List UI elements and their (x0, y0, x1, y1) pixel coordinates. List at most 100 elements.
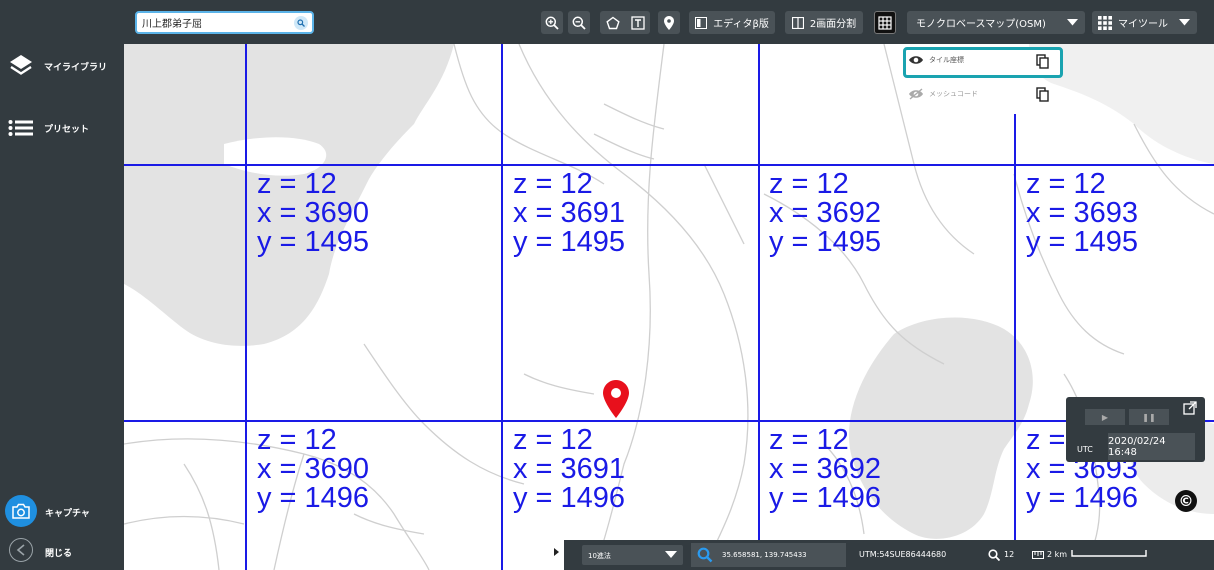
capture-button[interactable] (5, 495, 37, 527)
basemap-label: モノクロベースマップ(OSM) (916, 19, 1046, 30)
eye-icon[interactable] (909, 55, 923, 65)
search-icon (297, 19, 305, 27)
list-icon (8, 120, 33, 136)
mesh-code-row[interactable]: メッシュコード (906, 86, 1066, 106)
latlng-value: 35.658581, 139.745433 (722, 551, 807, 559)
tile-x: x = 3692 (769, 453, 882, 485)
tile-label: z = 12 x = 3692 y = 1495 (769, 170, 881, 257)
sidebar: マイライブラリ プリセット キャプチャ 閉じる (0, 0, 124, 570)
split-screen-label: 2画面分割 (809, 19, 857, 30)
coord-format-value: 10進法 (588, 552, 611, 560)
copy-icon[interactable] (1036, 54, 1050, 70)
coordinate-search[interactable]: 35.658581, 139.745433 (691, 543, 846, 567)
location-pin-icon[interactable] (603, 380, 629, 418)
tile-z: z = 12 (1026, 168, 1106, 200)
utm-value: UTM:54SUE86444680 (859, 550, 947, 559)
zoom-in-icon (545, 16, 559, 30)
editor-beta-button[interactable]: エディタβ版 (689, 11, 775, 34)
zoom-out-button[interactable] (568, 11, 590, 34)
sidebar-item-my-library[interactable]: マイライブラリ (8, 53, 107, 79)
sidebar-item-preset[interactable]: プリセット (8, 118, 89, 138)
split-screen-icon (791, 16, 804, 29)
statusbar-expand-icon[interactable] (554, 548, 559, 556)
mesh-code-label: メッシュコード (929, 90, 978, 98)
tile-label: z = 12 x = 3690 y = 1495 (257, 170, 369, 257)
coord-format-select[interactable]: 10進法 (582, 545, 683, 565)
tile-label: z = 12 x = 3690 y = 1496 (257, 426, 369, 513)
status-bar: 10進法 35.658581, 139.745433 UTM:54SUE8644… (564, 540, 1214, 570)
tile-y: y = 1496 (769, 482, 882, 514)
scale-bar (1071, 550, 1147, 557)
pause-icon: ❚❚ (1142, 412, 1156, 422)
ruler-icon (1032, 551, 1044, 559)
search-icon (697, 547, 713, 563)
zoom-in-button[interactable] (541, 11, 563, 34)
map-canvas[interactable]: z = 12 x = 3690 y = 1495 z = 12 x = 3691… (124, 44, 1214, 570)
sidebar-item-label: マイライブラリ (44, 62, 108, 73)
my-tools-menu[interactable]: マイツール (1092, 11, 1197, 34)
play-icon: ▶ (1101, 412, 1109, 422)
tile-coordinate-label: タイル座標 (929, 56, 964, 64)
tile-z: z = 12 (769, 424, 849, 456)
tile-y: y = 1496 (1026, 482, 1139, 514)
tile-z: z = 12 (257, 424, 337, 456)
editor-beta-label: エディタβ版 (713, 19, 769, 30)
tile-z: z = 12 (513, 168, 593, 200)
tile-x: x = 3691 (513, 453, 626, 485)
zoom-icon (988, 549, 1000, 561)
eye-off-icon[interactable] (909, 88, 923, 100)
tile-x: x = 3691 (513, 197, 626, 229)
tile-label: z = 12 x = 3693 y = 1495 (1026, 170, 1138, 257)
tile-y: y = 1495 (769, 226, 882, 258)
tile-coordinate-row[interactable]: タイル座標 (909, 55, 964, 65)
camera-icon (12, 503, 30, 519)
tile-x: x = 3690 (257, 197, 370, 229)
split-screen-button[interactable]: 2画面分割 (785, 11, 863, 34)
layers-icon (10, 55, 32, 75)
grid-icon (878, 15, 892, 30)
tile-z: z = 12 (769, 168, 849, 200)
copyright-icon[interactable]: © (1175, 490, 1197, 512)
grid-toggle-button[interactable] (874, 11, 896, 34)
chevron-left-icon (16, 544, 25, 556)
draw-tools-group (600, 11, 650, 34)
search-input[interactable] (137, 17, 287, 28)
tile-z: z = 12 (513, 424, 593, 456)
tile-label: z = 12 x = 3691 y = 1495 (513, 170, 625, 257)
tile-label: z = 12 x = 3691 y = 1496 (513, 426, 625, 513)
zoom-value: 12 (1004, 550, 1015, 559)
zoom-out-icon (572, 16, 586, 30)
tile-coordinate-panel: タイル座標 (903, 47, 1063, 78)
tile-y: y = 1495 (513, 226, 626, 258)
external-link-icon[interactable] (1183, 401, 1197, 415)
basemap-select[interactable]: モノクロベースマップ(OSM) (907, 11, 1085, 34)
capture-label: キャプチャ (45, 509, 90, 519)
datetime-display[interactable]: 2020/02/24 16:48 (1108, 433, 1195, 460)
chevron-down-icon (1067, 19, 1078, 26)
search-button[interactable] (294, 16, 308, 30)
chevron-down-icon (1179, 19, 1190, 26)
sidebar-item-label: プリセット (44, 124, 90, 135)
close-label: 閉じる (45, 549, 73, 559)
my-tools-label: マイツール (1118, 19, 1168, 30)
chevron-down-icon (665, 551, 677, 558)
polygon-icon[interactable] (605, 16, 620, 30)
tile-y: y = 1495 (257, 226, 370, 258)
tile-x: x = 3692 (769, 197, 882, 229)
tile-x: x = 3693 (1026, 197, 1139, 229)
tile-y: y = 1495 (1026, 226, 1139, 258)
play-button[interactable]: ▶ (1085, 409, 1125, 425)
pause-button[interactable]: ❚❚ (1129, 409, 1169, 425)
editor-icon (695, 16, 708, 29)
copy-icon[interactable] (1036, 87, 1050, 103)
scale-value: 2 km (1047, 550, 1068, 559)
text-tool-icon[interactable] (630, 15, 645, 30)
apps-grid-icon (1098, 15, 1112, 30)
place-search[interactable] (135, 11, 314, 34)
add-marker-button[interactable] (658, 11, 680, 34)
top-toolbar: エディタβ版 2画面分割 モノクロベースマップ(OSM) (124, 0, 1214, 44)
tile-z: z = 12 (257, 168, 337, 200)
close-sidebar-button[interactable] (9, 538, 33, 562)
tile-y: y = 1496 (257, 482, 370, 514)
tile-label: z = 12 x = 3692 y = 1496 (769, 426, 881, 513)
